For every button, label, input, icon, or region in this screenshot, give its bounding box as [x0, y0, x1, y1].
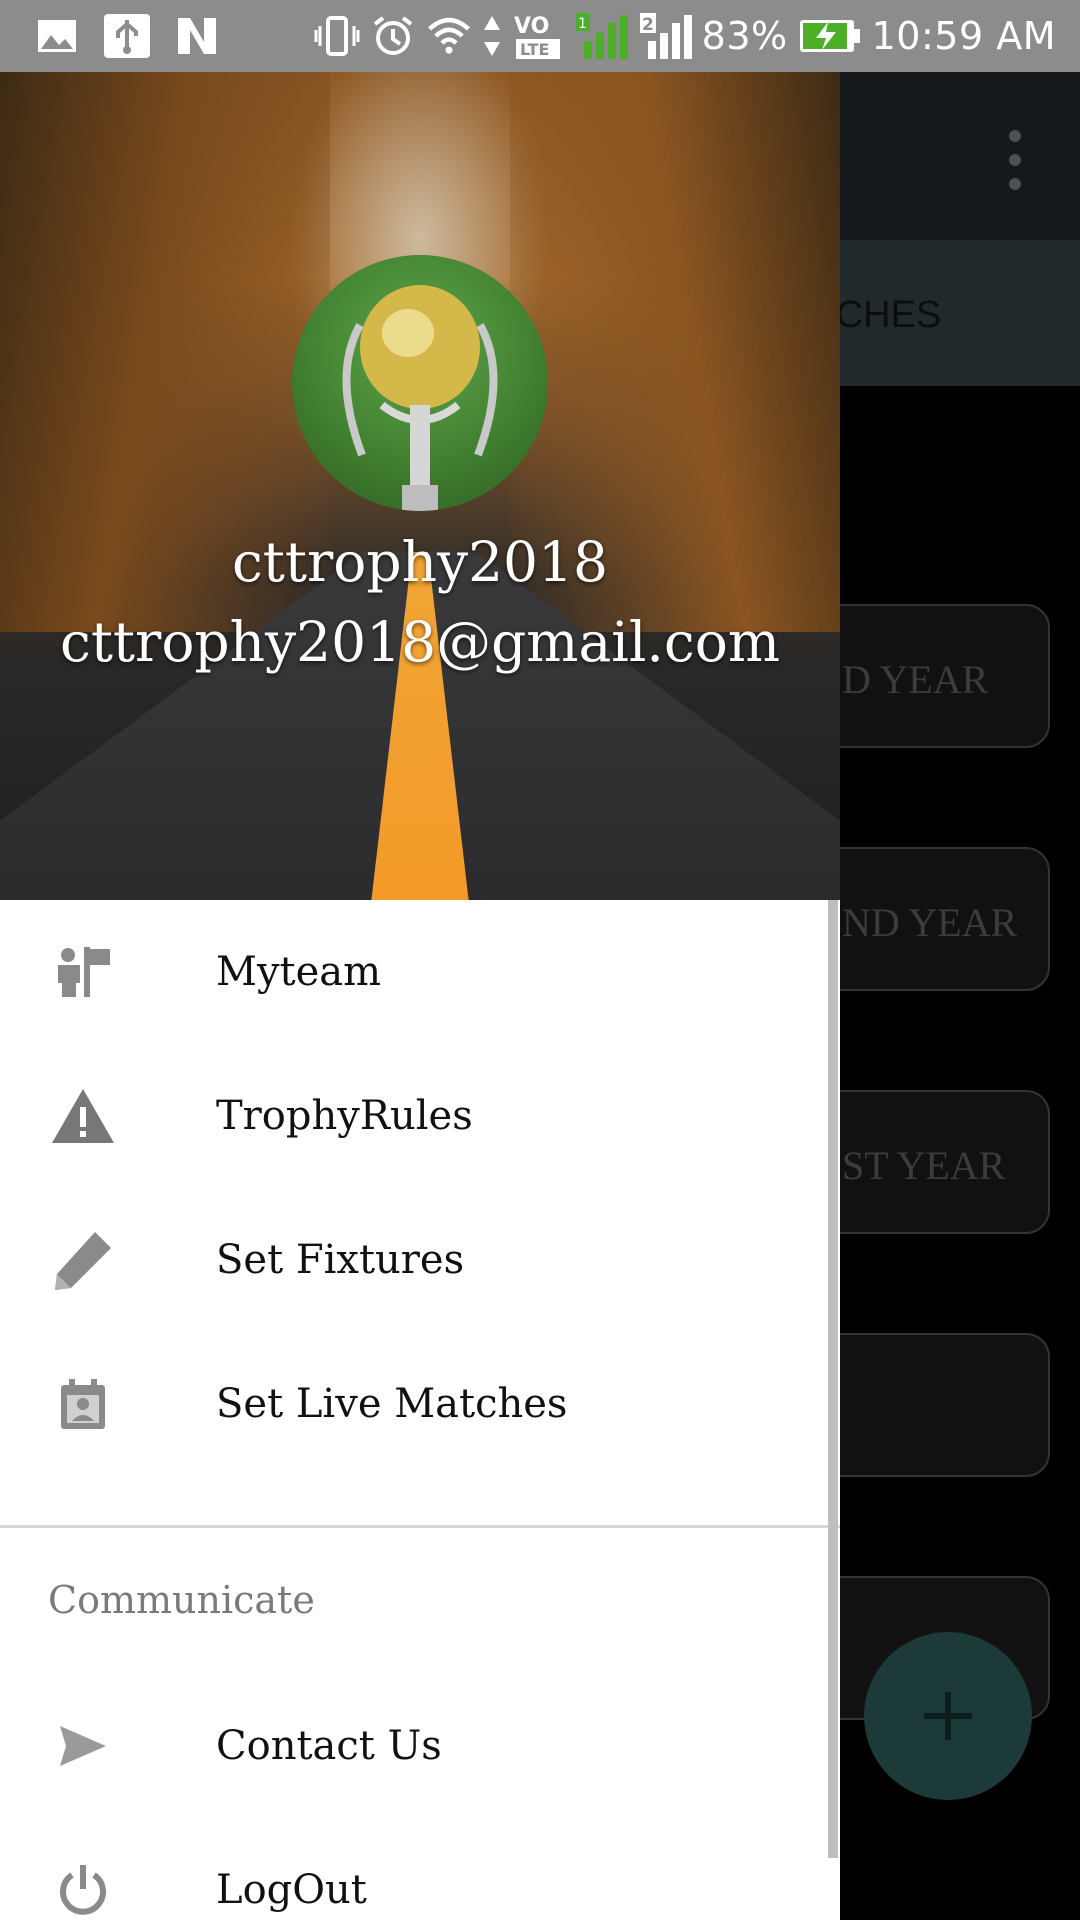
- add-fab-button[interactable]: [864, 1632, 1032, 1800]
- usb-icon: [104, 14, 150, 58]
- team-icon: [50, 939, 116, 1005]
- menu-item-set-live-matches[interactable]: Set Live Matches: [0, 1332, 840, 1476]
- battery-percent: 83%: [701, 14, 788, 58]
- signal-1-icon: 1: [574, 13, 628, 59]
- section-title-communicate: Communicate: [48, 1578, 315, 1622]
- data-arrows-icon: [482, 14, 502, 58]
- battery-charging-icon: [798, 14, 862, 58]
- menu-item-trophyrules[interactable]: TrophyRules: [0, 1044, 840, 1188]
- warning-icon: [50, 1083, 116, 1149]
- image-icon: [34, 14, 80, 58]
- vibrate-icon: [314, 14, 360, 58]
- signal-2-icon: 2: [638, 13, 692, 59]
- menu-item-set-fixtures[interactable]: Set Fixtures: [0, 1188, 840, 1332]
- power-icon: [50, 1857, 116, 1920]
- status-bar-system: VO LTE 1 2 83% 10:59 AM: [314, 8, 1056, 64]
- alarm-icon: [370, 14, 416, 58]
- drawer-header: cttrophy2018 cttrophy2018@gmail.com: [0, 72, 840, 900]
- svg-text:VO: VO: [514, 14, 549, 39]
- pencil-icon: [50, 1227, 116, 1293]
- volte-icon: VO LTE: [512, 14, 564, 59]
- menu-item-label: Myteam: [216, 949, 382, 995]
- svg-text:2: 2: [642, 15, 654, 35]
- navigation-drawer: cttrophy2018 cttrophy2018@gmail.com Myte…: [0, 72, 840, 1920]
- drawer-scrollbar[interactable]: [828, 900, 838, 1858]
- n-icon: [174, 14, 220, 58]
- user-name: cttrophy2018: [231, 530, 609, 594]
- send-icon: [50, 1713, 116, 1779]
- overflow-menu-icon[interactable]: [1000, 130, 1030, 190]
- status-bar-notifications: [34, 14, 220, 58]
- plus-icon: [924, 1692, 972, 1740]
- status-bar: VO LTE 1 2 83% 10:59 AM: [0, 0, 1080, 72]
- background-card-label: ND YEAR: [842, 900, 1018, 945]
- trophy-icon: [342, 285, 498, 511]
- calendar-person-icon: [50, 1371, 116, 1437]
- menu-item-label: TrophyRules: [216, 1093, 473, 1139]
- menu-item-label: LogOut: [216, 1867, 367, 1913]
- svg-text:1: 1: [578, 16, 587, 32]
- clock: 10:59 AM: [871, 14, 1056, 58]
- user-email: cttrophy2018@gmail.com: [60, 610, 780, 674]
- menu-item-contact-us[interactable]: Contact Us: [0, 1674, 840, 1818]
- menu-item-logout[interactable]: LogOut: [0, 1818, 840, 1920]
- menu-item-label: Set Live Matches: [216, 1381, 568, 1427]
- avatar[interactable]: [292, 255, 548, 511]
- menu-divider: [0, 1525, 840, 1528]
- drawer-menu: Myteam TrophyRules Set Fixtures Set Live…: [0, 900, 840, 1476]
- menu-item-myteam[interactable]: Myteam: [0, 900, 840, 1044]
- menu-item-label: Set Fixtures: [216, 1237, 465, 1283]
- wifi-icon: [426, 14, 472, 58]
- menu-item-label: Contact Us: [216, 1723, 442, 1769]
- svg-text:LTE: LTE: [520, 40, 549, 59]
- background-card-label: ST YEAR: [842, 1143, 1006, 1188]
- background-card-label: D YEAR: [842, 657, 989, 702]
